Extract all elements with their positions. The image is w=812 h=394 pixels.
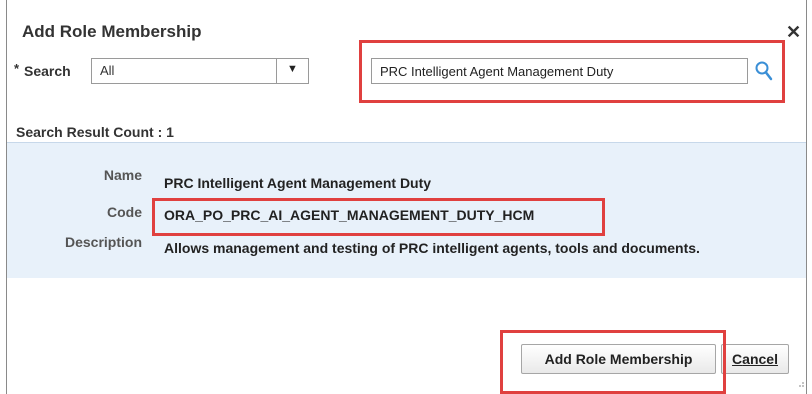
code-label: Code bbox=[107, 204, 142, 220]
search-icon[interactable] bbox=[754, 60, 774, 82]
search-label: Search bbox=[24, 63, 71, 79]
search-result-count: Search Result Count : 1 bbox=[16, 124, 174, 140]
dialog-title: Add Role Membership bbox=[22, 22, 202, 41]
search-result-row[interactable]: Name PRC Intelligent Agent Management Du… bbox=[7, 142, 806, 278]
close-icon[interactable]: ✕ bbox=[786, 22, 801, 43]
name-value: PRC Intelligent Agent Management Duty bbox=[164, 175, 432, 191]
required-marker: * bbox=[14, 61, 20, 76]
name-label: Name bbox=[103, 167, 142, 183]
cancel-button[interactable]: Cancel bbox=[721, 344, 789, 374]
chevron-down-icon: ▼ bbox=[287, 63, 298, 75]
cancel-access-key: C bbox=[732, 351, 743, 367]
description-value: Allows management and testing of PRC int… bbox=[164, 240, 700, 256]
dialog-right-border bbox=[806, 0, 807, 394]
search-scope-dropdown-button[interactable]: ▼ bbox=[276, 58, 309, 84]
code-value: ORA_PO_PRC_AI_AGENT_MANAGEMENT_DUTY_HCM bbox=[164, 207, 535, 223]
resize-grip-icon[interactable] bbox=[795, 375, 805, 387]
cancel-label-rest: ancel bbox=[742, 351, 778, 367]
search-scope-value: All bbox=[100, 63, 115, 78]
search-input[interactable] bbox=[371, 58, 748, 84]
add-role-membership-button[interactable]: Add Role Membership bbox=[521, 344, 716, 374]
description-label: Description bbox=[64, 234, 142, 250]
add-role-membership-dialog: Add Role Membership ✕ * Search All ▼ Sea… bbox=[0, 0, 812, 394]
